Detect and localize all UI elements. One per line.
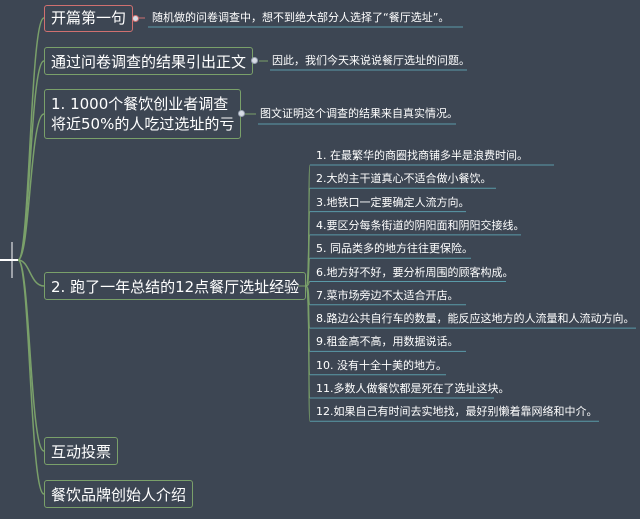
branch-vote[interactable]: 互动投票 [44,437,119,465]
branch-survey-intro-label: 通过问卷调查的结果引出正文 [51,53,247,71]
experience-item-7[interactable]: 7.菜市场旁边不太适合开店。 [316,289,459,303]
experience-item-2[interactable]: 2.大的主干道真心不适合做小餐饮。 [316,172,492,186]
experience-item-11[interactable]: 11.多数人做餐饮都是死在了选址这块。 [316,382,510,396]
connector-branch-5 [17,259,45,452]
branch-12-points[interactable]: 2. 跑了一年总结的12点餐厅选址经验 [44,272,307,300]
branch-survey-1000-line1: 1. 1000个餐饮创业者调查 [51,95,229,113]
connector-branch-6 [17,259,45,495]
branch-founder-label: 餐饮品牌创始人介绍 [51,486,187,504]
branch-12-points-label: 2. 跑了一年总结的12点餐厅选址经验 [51,278,300,296]
branch-survey-intro-expand-dot[interactable] [251,57,258,64]
experience-item-4[interactable]: 4.要区分每条街道的阴阳面和阴阳交接线。 [316,219,525,233]
connector-branch-2 [17,60,45,261]
experience-item-1[interactable]: 1. 在最繁华的商圈找商铺多半是浪费时间。 [316,149,528,163]
experience-item-6[interactable]: 6.地方好不好，要分析周围的顾客构成。 [316,266,514,280]
branch-survey-1000-line2: 将近50%的人吃过选址的亏 [51,115,235,133]
experience-item-3[interactable]: 3.地铁口一定要确定人流方向。 [316,196,470,210]
branch-survey-1000[interactable]: 1. 1000个餐饮创业者调查 将近50%的人吃过选址的亏 [44,89,242,139]
branch-opening-line-expand-dot[interactable] [132,15,139,22]
experience-item-8[interactable]: 8.路边公共自行车的数量，能反应这地方的人流量和人流动方向。 [316,312,635,326]
note-survey-intro: 因此，我们今天来说说餐厅选址的问题。 [272,54,470,67]
branch-vote-label: 互动投票 [51,443,112,461]
branch-survey-intro[interactable]: 通过问卷调查的结果引出正文 [44,47,254,75]
branch-opening-line[interactable]: 开篇第一句 [44,5,134,32]
experience-item-9[interactable]: 9.租金高不高，用数据说话。 [316,335,459,349]
branch-survey-1000-expand-dot[interactable] [238,110,245,117]
branch-founder[interactable]: 餐饮品牌创始人介绍 [44,480,194,508]
experience-item-12[interactable]: 12.如果自己有时间去实地找，最好别懒着靠网络和中介。 [316,405,598,419]
experience-item-10[interactable]: 10. 没有十全十美的地方。 [316,359,447,373]
note-opening-line: 随机做的问卷调查中，想不到绝大部分人选择了“餐厅选址”。 [152,11,450,24]
experience-item-5[interactable]: 5. 同品类多的地方往往更保险。 [316,242,473,256]
branch-opening-line-label: 开篇第一句 [51,9,127,27]
note-survey-1000: 图文证明这个调查的结果来自真实情况。 [260,107,458,120]
